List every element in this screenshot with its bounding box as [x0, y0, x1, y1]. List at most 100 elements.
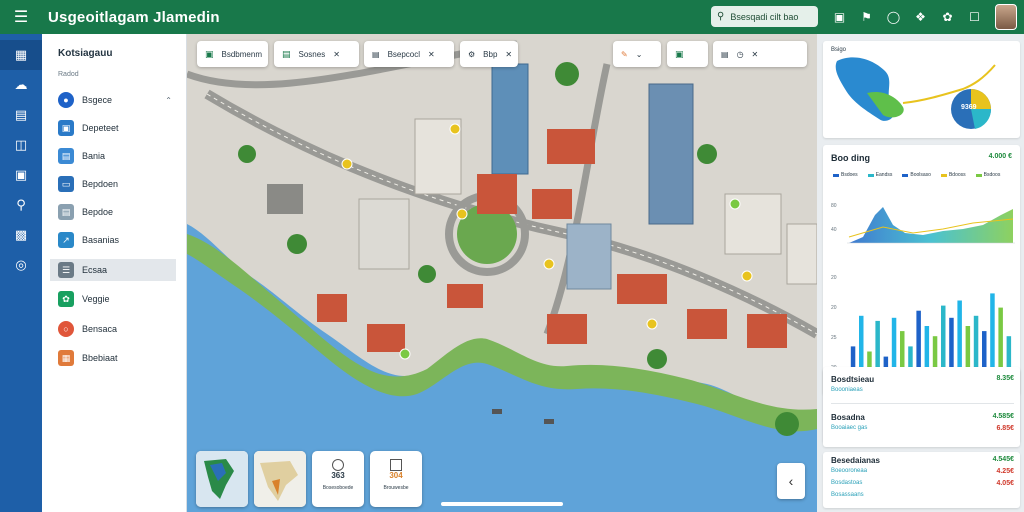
- tower-building: [491, 63, 529, 175]
- map-scrollbar[interactable]: [441, 502, 563, 506]
- city-map[interactable]: [187, 34, 817, 512]
- item-name: Besedaianas: [831, 456, 880, 465]
- globe-icon[interactable]: ◎: [0, 250, 42, 280]
- doc-icon: [390, 459, 402, 471]
- sidebar-item-0[interactable]: ● Bsgece ⌃: [50, 89, 176, 111]
- chip-label: Sosnes: [298, 49, 326, 59]
- map-marker[interactable]: [741, 270, 753, 282]
- list-item[interactable]: Besedaianas 4.545€ Boeooroneaa 4.25€ Bos…: [831, 456, 1014, 506]
- search-placeholder: Bsesqadi cilt bao: [730, 11, 799, 22]
- monitor-icon: ▣: [58, 120, 74, 136]
- sidebar-item-8[interactable]: ○ Bensaca: [50, 318, 176, 340]
- close-icon[interactable]: ✕: [333, 50, 340, 59]
- thumb-map[interactable]: [196, 451, 248, 507]
- map-thumbnails: 363 Bosesoboede 304 Brouwesbe: [196, 451, 422, 507]
- chart-line-icon: ↗: [58, 232, 74, 248]
- boat: [492, 409, 502, 414]
- item-value: 4.585€: [992, 413, 1014, 420]
- map-marker[interactable]: [449, 123, 461, 135]
- map-marker[interactable]: [399, 348, 411, 360]
- summary-card-1[interactable]: Bosdtsieau 8.35€ Boooniaeas Bosadna 4.58…: [823, 367, 1020, 447]
- chart-icon[interactable]: ▤: [0, 100, 42, 130]
- close-icon[interactable]: ✕: [505, 50, 512, 59]
- sidebar-item-label: Basanias: [82, 235, 120, 245]
- region-map-graphic: [835, 57, 996, 129]
- close-icon[interactable]: ✕: [752, 50, 759, 59]
- clock-icon: [332, 459, 344, 471]
- map-chip-2[interactable]: ▤ Bsepcocl ✕: [364, 41, 454, 67]
- sidebar-item-2[interactable]: ▤ Bania: [50, 145, 176, 167]
- map-tool-button[interactable]: ▣: [667, 41, 708, 67]
- map-tool-button[interactable]: ▤ ◷ ✕: [713, 41, 807, 67]
- back-button[interactable]: ‹: [777, 463, 805, 499]
- sidebar-item-label: Bepdoen: [82, 179, 119, 189]
- chevron-up-icon[interactable]: ⌃: [165, 96, 172, 105]
- puzzle-icon[interactable]: ❖: [911, 6, 930, 27]
- apartment-building: [358, 198, 410, 270]
- sidebar-item-7[interactable]: ✿ Veggie: [50, 288, 176, 310]
- item-value: 4.25€: [996, 468, 1014, 475]
- sidebar-item-label: Bania: [82, 151, 106, 161]
- sidebar-item-label: Bepdoe: [82, 207, 114, 217]
- bookmark-icon[interactable]: ☐: [965, 6, 984, 27]
- map-marker[interactable]: [543, 258, 555, 270]
- circle-icon: ○: [58, 321, 74, 337]
- item-value: 4.05€: [996, 480, 1014, 487]
- bar-series: [850, 293, 1012, 377]
- red-roof-house: [747, 314, 787, 348]
- thumb-stat[interactable]: 304 Brouwesbe: [370, 451, 422, 507]
- chevron-left-icon: ‹: [788, 473, 794, 489]
- folder-icon: ▭: [58, 176, 74, 192]
- red-roof-house: [547, 129, 595, 164]
- tree: [287, 234, 307, 254]
- sidebar-item-4[interactable]: ▤ Bepdoe: [50, 201, 176, 223]
- menu-icon[interactable]: ☰: [0, 0, 42, 34]
- item-sub: Bosdastoas: [831, 480, 863, 486]
- region-badge: 9369: [961, 104, 977, 111]
- item-sub: Boooniaeas: [831, 387, 863, 393]
- summary-card-2[interactable]: Besedaianas 4.545€ Boeooroneaa 4.25€ Bos…: [823, 452, 1020, 508]
- layers-icon[interactable]: ▦: [0, 40, 42, 70]
- sidebar-item-9[interactable]: ▦ Bbebiaat: [50, 347, 176, 369]
- sidebar-item-1[interactable]: ▣ Depeteet: [50, 117, 176, 139]
- item-sub: Bosassaans: [831, 492, 864, 498]
- search-icon[interactable]: ⚲: [0, 190, 42, 220]
- map-chip-3[interactable]: ⚙ Bbp ✕: [460, 41, 518, 67]
- map-chip-0[interactable]: ▣ Bsdbmenm: [197, 41, 268, 67]
- map-marker[interactable]: [729, 198, 741, 210]
- region-map-card[interactable]: Bsigo 9369: [823, 41, 1020, 138]
- search-input[interactable]: ⚲ Bsesqadi cilt bao: [711, 6, 818, 27]
- list-item[interactable]: Bosadna 4.585€ Booaiaec gas 6.85€: [831, 413, 1014, 439]
- shield-icon[interactable]: ◯: [884, 6, 903, 27]
- plugin-icon[interactable]: ✿: [938, 6, 957, 27]
- sidebar-item-5[interactable]: ↗ Basanias: [50, 229, 176, 251]
- item-name: Bosadna: [831, 413, 865, 422]
- map-marker[interactable]: [456, 208, 468, 220]
- red-roof-house: [447, 284, 483, 308]
- list-item[interactable]: Bosdtsieau 8.35€ Boooniaeas: [831, 375, 1014, 401]
- chat-icon[interactable]: ▣: [830, 6, 849, 27]
- map-marker[interactable]: [646, 318, 658, 330]
- close-icon[interactable]: ✕: [428, 50, 435, 59]
- code-icon[interactable]: ▣: [0, 160, 42, 190]
- map-chip-1[interactable]: ▤ Sosnes ✕: [274, 41, 359, 67]
- item-value: 8.35€: [996, 375, 1014, 382]
- sidebar-item-6[interactable]: ☰ Ecsaa: [50, 259, 176, 281]
- trend-card[interactable]: Boo ding 4.000 € Bsdoes Eandss Boolsaso …: [823, 145, 1020, 395]
- red-roof-house: [532, 189, 572, 219]
- grid-icon[interactable]: ▩: [0, 220, 42, 250]
- cloud-icon[interactable]: ☁: [0, 70, 42, 100]
- bar-14: [957, 300, 962, 377]
- image-icon: ▣: [675, 48, 684, 59]
- thumb-map[interactable]: [254, 451, 306, 507]
- thumb-stat[interactable]: 363 Bosesoboede: [312, 451, 364, 507]
- map-tool-button[interactable]: ✎ ⌄: [613, 41, 661, 67]
- apartment-building: [566, 223, 612, 290]
- table-icon[interactable]: ◫: [0, 130, 42, 160]
- flag-icon[interactable]: ⚑: [857, 6, 876, 27]
- avatar[interactable]: [995, 4, 1017, 30]
- sidebar-item-3[interactable]: ▭ Bepdoen: [50, 173, 176, 195]
- grey-building: [267, 184, 303, 214]
- map-marker[interactable]: [341, 158, 353, 170]
- settings-icon: ⚙: [468, 49, 476, 59]
